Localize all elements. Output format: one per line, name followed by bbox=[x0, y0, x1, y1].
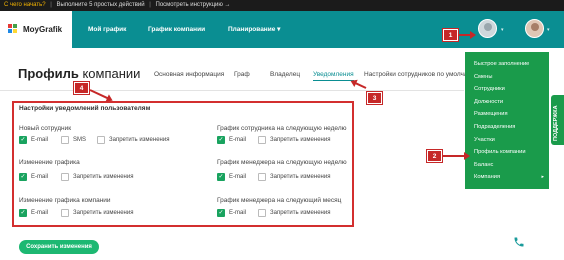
forbid-changes-checkbox[interactable]: Запретить изменения bbox=[258, 136, 330, 144]
check-icon: ✓ bbox=[19, 209, 27, 217]
menu-item-quick-fill[interactable]: Быстрое заполнение bbox=[465, 58, 549, 71]
checkbox-empty-icon bbox=[61, 209, 69, 217]
option-label: Запретить изменения bbox=[73, 174, 134, 180]
sms-checkbox[interactable]: SMS bbox=[61, 136, 86, 144]
checkbox-empty-icon bbox=[258, 209, 266, 217]
forbid-changes-checkbox[interactable]: Запретить изменения bbox=[258, 173, 330, 181]
main-navbar: MoyGrafik Мой график График компании Пла… bbox=[0, 11, 564, 48]
option-label: SMS bbox=[73, 137, 87, 143]
checkbox-empty-icon bbox=[61, 136, 69, 144]
option-label: Запретить изменения bbox=[270, 174, 331, 180]
logo[interactable]: MoyGrafik bbox=[0, 11, 72, 48]
email-checkbox[interactable]: ✓ E-mail bbox=[19, 136, 48, 144]
forbid-changes-checkbox[interactable]: Запретить изменения bbox=[97, 136, 169, 144]
checkbox-empty-icon bbox=[258, 173, 266, 181]
onboarding-tasks[interactable]: Выполните 5 простых действий bbox=[57, 2, 145, 8]
option-label: E-mail bbox=[229, 174, 247, 180]
annotation-badge-3: 3 bbox=[367, 92, 382, 104]
onboarding-question[interactable]: С чего начать? bbox=[4, 2, 46, 8]
email-checkbox[interactable]: ✓ E-mail bbox=[217, 209, 246, 217]
chevron-down-icon[interactable]: ▾ bbox=[501, 27, 504, 33]
user-dropdown-menu: Быстрое заполнение Смены Сотрудники Долж… bbox=[465, 52, 549, 189]
checkbox-empty-icon bbox=[61, 173, 69, 181]
option-label: E-mail bbox=[229, 210, 247, 216]
option-label: E-mail bbox=[31, 210, 49, 216]
check-icon: ✓ bbox=[217, 136, 225, 144]
nav-planning[interactable]: Планирование ▾ bbox=[228, 11, 280, 48]
support-tab-label: ПОДДЕРЖКА bbox=[553, 105, 559, 141]
group-title: График сотрудника на следующую неделю bbox=[217, 125, 347, 132]
onboarding-bar: С чего начать? | Выполните 5 простых дей… bbox=[0, 0, 564, 11]
group-title: Изменение графика bbox=[19, 159, 80, 166]
menu-item-departments[interactable]: Подразделения bbox=[465, 121, 549, 134]
group-title: Новый сотрудник bbox=[19, 125, 72, 132]
option-label: E-mail bbox=[229, 137, 247, 143]
forbid-changes-checkbox[interactable]: Запретить изменения bbox=[61, 173, 133, 181]
arrow-right-icon bbox=[459, 31, 476, 39]
arrow-left-icon bbox=[354, 82, 367, 89]
forbid-changes-checkbox[interactable]: Запретить изменения bbox=[258, 209, 330, 217]
option-label: E-mail bbox=[31, 174, 49, 180]
chevron-down-icon: ▾ bbox=[277, 26, 281, 33]
nav-planning-label: Планирование bbox=[228, 26, 276, 33]
group-title: График менеджера на следующий месяц bbox=[217, 197, 342, 204]
menu-item-positions[interactable]: Должности bbox=[465, 96, 549, 109]
tabs-divider bbox=[0, 90, 464, 91]
check-icon: ✓ bbox=[19, 136, 27, 144]
support-tab[interactable]: ПОДДЕРЖКА bbox=[551, 95, 564, 145]
check-icon: ✓ bbox=[19, 173, 27, 181]
tab-notifications[interactable]: Уведомления bbox=[313, 71, 354, 81]
forbid-changes-checkbox[interactable]: Запретить изменения bbox=[61, 209, 133, 217]
nav-company-schedule[interactable]: График компании bbox=[148, 11, 205, 48]
chevron-down-icon[interactable]: ▾ bbox=[547, 27, 550, 33]
notification-settings-panel: Настройки уведомлений пользователям Новы… bbox=[12, 101, 354, 227]
instruction-link[interactable]: Посмотреть инструкцию bbox=[156, 2, 223, 8]
menu-item-company-profile[interactable]: Профиль компании bbox=[465, 146, 549, 159]
menu-item-placements[interactable]: Размещения bbox=[465, 108, 549, 121]
option-label: Запретить изменения bbox=[270, 210, 331, 216]
menu-item-sites[interactable]: Участки bbox=[465, 134, 549, 147]
arrow-right-icon: → bbox=[224, 2, 231, 8]
check-icon: ✓ bbox=[217, 173, 225, 181]
avatar[interactable] bbox=[478, 19, 497, 38]
checkbox-empty-icon bbox=[258, 136, 266, 144]
logo-text: MoyGrafik bbox=[23, 25, 63, 34]
annotation-badge-1: 1 bbox=[443, 29, 458, 41]
menu-item-company-label: Компания bbox=[474, 174, 501, 181]
email-checkbox[interactable]: ✓ E-mail bbox=[19, 209, 48, 217]
arrow-right-icon bbox=[443, 152, 470, 160]
tab-employee-defaults[interactable]: Настройки сотрудников по умолчан bbox=[364, 71, 471, 78]
tab-schedule[interactable]: Граф bbox=[234, 71, 250, 78]
option-label: E-mail bbox=[31, 137, 49, 143]
annotation-badge-2: 2 bbox=[427, 150, 442, 162]
chevron-right-icon: ▸ bbox=[541, 174, 544, 181]
page-title-rest: компании bbox=[78, 66, 141, 81]
menu-item-employees[interactable]: Сотрудники bbox=[465, 83, 549, 96]
tab-main-info[interactable]: Основная информация bbox=[154, 71, 224, 78]
email-checkbox[interactable]: ✓ E-mail bbox=[19, 173, 48, 181]
option-label: Запретить изменения bbox=[109, 137, 170, 143]
email-checkbox[interactable]: ✓ E-mail bbox=[217, 173, 246, 181]
phone-icon[interactable] bbox=[513, 236, 525, 248]
group-title: Изменение графика компании bbox=[19, 197, 111, 204]
page-title: Профиль компании bbox=[18, 66, 140, 81]
tab-owner[interactable]: Владелец bbox=[270, 71, 300, 78]
annotation-badge-4: 4 bbox=[74, 82, 89, 94]
page-title-bold: Профиль bbox=[18, 66, 79, 81]
check-icon: ✓ bbox=[217, 209, 225, 217]
menu-item-balance[interactable]: Баланс bbox=[465, 159, 549, 172]
settings-title: Настройки уведомлений пользователям bbox=[19, 105, 151, 112]
email-checkbox[interactable]: ✓ E-mail bbox=[217, 136, 246, 144]
avatar-secondary[interactable] bbox=[525, 19, 544, 38]
nav-my-schedule[interactable]: Мой график bbox=[88, 11, 126, 48]
option-label: Запретить изменения bbox=[270, 137, 331, 143]
menu-item-company[interactable]: Компания ▸ bbox=[465, 171, 549, 184]
menu-item-shifts[interactable]: Смены bbox=[465, 71, 549, 84]
checkbox-empty-icon bbox=[97, 136, 105, 144]
save-button[interactable]: Сохранить изменения bbox=[19, 240, 99, 254]
logo-mark-icon bbox=[8, 23, 20, 36]
option-label: Запретить изменения bbox=[73, 210, 134, 216]
group-title: График менеджера на следующую неделю bbox=[217, 159, 347, 166]
